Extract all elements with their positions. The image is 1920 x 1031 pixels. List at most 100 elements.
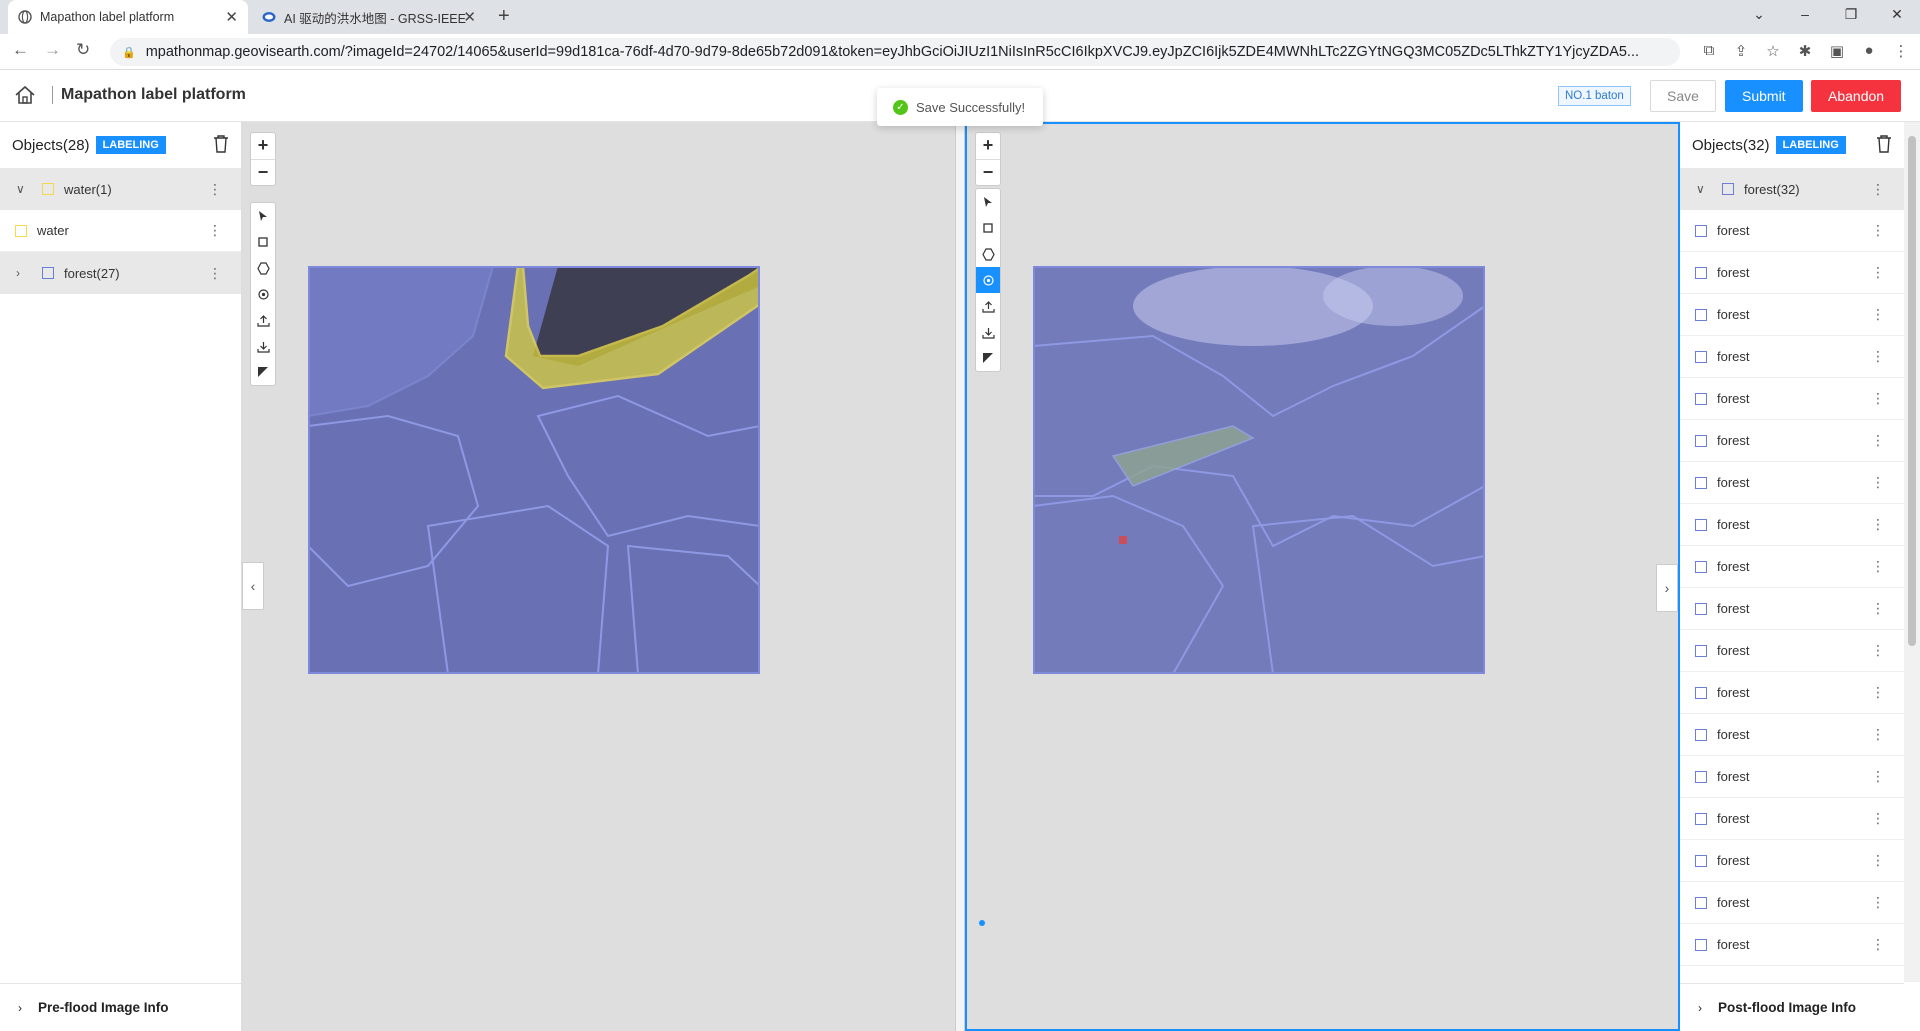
pre-flood-image[interactable] xyxy=(308,266,760,674)
list-item[interactable]: forest ⋮ xyxy=(1680,378,1904,420)
more-icon[interactable]: ⋮ xyxy=(1871,768,1885,785)
page-scrollbar[interactable] xyxy=(1904,122,1920,982)
share-icon[interactable]: ⇪ xyxy=(1732,42,1750,60)
list-item[interactable]: forest ⋮ xyxy=(1680,630,1904,672)
zoom-in-icon[interactable]: + xyxy=(251,133,275,159)
forward-icon[interactable]: → xyxy=(44,40,61,60)
chevron-right-icon[interactable]: › xyxy=(16,266,30,280)
more-icon[interactable]: ⋮ xyxy=(1871,726,1885,743)
zoom-out-icon[interactable]: − xyxy=(251,159,275,185)
list-item[interactable]: forest ⋮ xyxy=(1680,504,1904,546)
contrast-icon[interactable] xyxy=(976,345,1000,371)
post-flood-image[interactable] xyxy=(1033,266,1485,674)
more-icon[interactable]: ⋮ xyxy=(1871,516,1885,533)
reload-icon[interactable]: ↻ xyxy=(76,40,90,60)
scrollbar-thumb[interactable] xyxy=(1908,136,1916,646)
contrast-icon[interactable] xyxy=(251,359,275,385)
select-icon[interactable] xyxy=(251,203,275,229)
list-item[interactable]: forest ⋮ xyxy=(1680,252,1904,294)
download-icon[interactable] xyxy=(251,333,275,359)
home-icon[interactable] xyxy=(14,85,36,105)
select-icon[interactable] xyxy=(976,189,1000,215)
list-item[interactable]: forest ⋮ xyxy=(1680,756,1904,798)
close-window-icon[interactable]: ✕ xyxy=(1874,0,1920,30)
menu-icon[interactable]: ⋮ xyxy=(1892,42,1910,60)
more-icon[interactable]: ⋮ xyxy=(1871,558,1885,575)
browser-tab[interactable]: AI 驱动的洪水地图 - GRSS-IEEE ✕ xyxy=(252,0,486,34)
extensions-icon[interactable]: ✱ xyxy=(1796,42,1814,60)
collapse-left-panel-button[interactable]: ‹ xyxy=(242,562,264,610)
more-icon[interactable]: ⋮ xyxy=(1871,684,1885,701)
list-item[interactable]: forest ⋮ xyxy=(1680,714,1904,756)
close-icon[interactable]: ✕ xyxy=(463,8,476,26)
more-icon[interactable]: ⋮ xyxy=(1871,852,1885,869)
save-button[interactable]: Save xyxy=(1650,80,1716,112)
more-icon[interactable]: ⋮ xyxy=(1871,306,1885,323)
pre-flood-map-canvas[interactable]: + − ‹ xyxy=(242,122,955,1031)
trash-icon[interactable] xyxy=(213,135,229,153)
target-icon[interactable] xyxy=(251,281,275,307)
more-icon[interactable]: ⋮ xyxy=(1871,894,1885,911)
abandon-button[interactable]: Abandon xyxy=(1811,80,1902,112)
list-item[interactable]: forest ⋮ xyxy=(1680,672,1904,714)
more-icon[interactable]: ⋮ xyxy=(1871,222,1885,239)
more-icon[interactable]: ⋮ xyxy=(208,181,222,198)
post-flood-info-toggle[interactable]: › Post-flood Image Info xyxy=(1680,983,1904,1031)
url-field[interactable]: 🔒 mpathonmap.geovisearth.com/?imageId=24… xyxy=(110,38,1680,66)
pre-flood-info-toggle[interactable]: › Pre-flood Image Info xyxy=(0,983,241,1031)
polygon-icon[interactable] xyxy=(251,255,275,281)
object-group-water[interactable]: ∨ water(1) ⋮ xyxy=(0,168,241,210)
restore-icon[interactable]: ❐ xyxy=(1828,0,1874,30)
list-item[interactable]: forest ⋮ xyxy=(1680,798,1904,840)
minimize-icon[interactable]: – xyxy=(1782,0,1828,30)
chevron-down-icon[interactable]: ⌄ xyxy=(1736,0,1782,30)
list-item[interactable]: forest ⋮ xyxy=(1680,462,1904,504)
list-item[interactable]: forest ⋮ xyxy=(1680,924,1904,966)
back-icon[interactable]: ← xyxy=(12,40,29,60)
more-icon[interactable]: ⋮ xyxy=(208,265,222,282)
trash-icon[interactable] xyxy=(1876,135,1892,153)
list-item[interactable]: forest ⋮ xyxy=(1680,840,1904,882)
more-icon[interactable]: ⋮ xyxy=(1871,474,1885,491)
upload-icon[interactable] xyxy=(976,293,1000,319)
zoom-in-icon[interactable]: + xyxy=(976,133,1000,159)
target-icon[interactable] xyxy=(976,267,1000,293)
post-flood-map-canvas[interactable]: + − › xyxy=(965,122,1680,1031)
list-item[interactable]: forest ⋮ xyxy=(1680,210,1904,252)
more-icon[interactable]: ⋮ xyxy=(1871,181,1885,198)
more-icon[interactable]: ⋮ xyxy=(1871,810,1885,827)
more-icon[interactable]: ⋮ xyxy=(1871,642,1885,659)
chevron-down-icon[interactable]: ∨ xyxy=(16,182,30,196)
more-icon[interactable]: ⋮ xyxy=(1871,348,1885,365)
list-item[interactable]: forest ⋮ xyxy=(1680,336,1904,378)
more-icon[interactable]: ⋮ xyxy=(208,222,222,239)
more-icon[interactable]: ⋮ xyxy=(1871,264,1885,281)
submit-button[interactable]: Submit xyxy=(1725,80,1803,112)
list-item[interactable]: water ⋮ xyxy=(0,210,241,252)
more-icon[interactable]: ⋮ xyxy=(1871,600,1885,617)
chevron-down-icon[interactable]: ∨ xyxy=(1696,182,1710,196)
collapse-right-panel-button[interactable]: › xyxy=(1656,564,1678,612)
canvas-divider[interactable] xyxy=(955,122,965,1031)
list-item[interactable]: forest ⋮ xyxy=(1680,294,1904,336)
translate-icon[interactable]: ⧉ xyxy=(1700,42,1718,60)
polygon-icon[interactable] xyxy=(976,241,1000,267)
close-icon[interactable]: ✕ xyxy=(225,8,238,26)
list-item[interactable]: forest ⋮ xyxy=(1680,546,1904,588)
list-item[interactable]: forest ⋮ xyxy=(1680,588,1904,630)
more-icon[interactable]: ⋮ xyxy=(1871,390,1885,407)
upload-icon[interactable] xyxy=(251,307,275,333)
sidepanel-icon[interactable]: ▣ xyxy=(1828,42,1846,60)
more-icon[interactable]: ⋮ xyxy=(1871,936,1885,953)
more-icon[interactable]: ⋮ xyxy=(1871,432,1885,449)
rectangle-icon[interactable] xyxy=(976,215,1000,241)
new-tab-icon[interactable]: + xyxy=(498,5,510,28)
list-item[interactable]: forest ⋮ xyxy=(1680,882,1904,924)
browser-tab-active[interactable]: Mapathon label platform ✕ xyxy=(8,0,248,34)
object-group-forest[interactable]: › forest(27) ⋮ xyxy=(0,252,241,294)
star-icon[interactable]: ☆ xyxy=(1764,42,1782,60)
zoom-out-icon[interactable]: − xyxy=(976,159,1000,185)
rectangle-icon[interactable] xyxy=(251,229,275,255)
profile-avatar-icon[interactable]: ● xyxy=(1860,42,1878,60)
download-icon[interactable] xyxy=(976,319,1000,345)
